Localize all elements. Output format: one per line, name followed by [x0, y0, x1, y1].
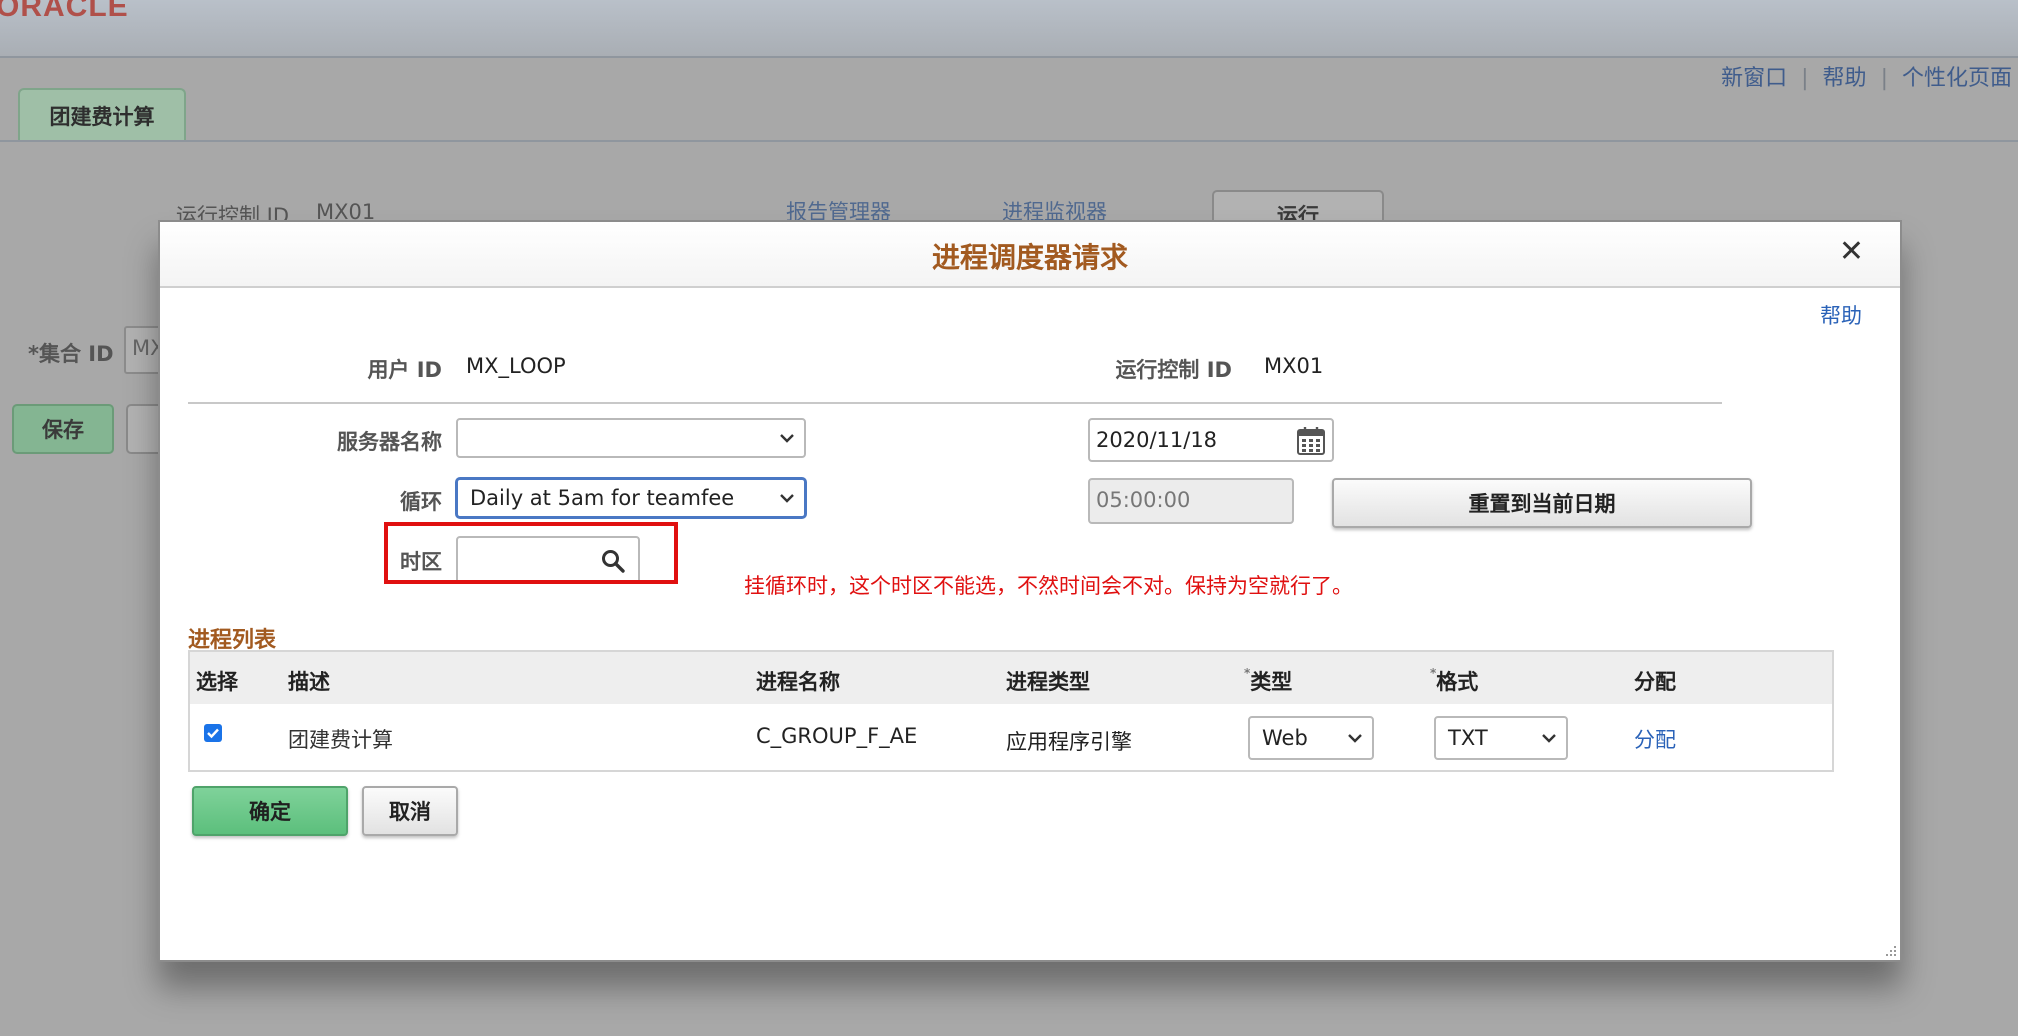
- format-select[interactable]: TXT: [1434, 716, 1568, 760]
- type-select[interactable]: Web: [1248, 716, 1374, 760]
- highlight-box: [384, 522, 678, 584]
- help-link[interactable]: 帮助: [1820, 300, 1862, 330]
- run-time-input: 05:00:00: [1088, 478, 1294, 524]
- ok-button[interactable]: 确定: [192, 786, 348, 836]
- col-process-name: 进程名称: [756, 670, 840, 694]
- chevron-down-icon: [1348, 734, 1362, 743]
- dialog-title: 进程调度器请求: [931, 241, 1128, 274]
- col-process-type: 进程类型: [1006, 670, 1090, 694]
- tab-divider: [0, 140, 2018, 142]
- process-list-grid: 选择 描述 进程名称 进程类型 *类型 *格式 分配 团建费计算 C_GROUP…: [188, 650, 1834, 772]
- run-control-label: 运行控制 ID: [1115, 358, 1232, 382]
- row-process-type: 应用程序引擎: [1006, 730, 1132, 754]
- divider: [188, 402, 1722, 404]
- chevron-down-icon: [780, 434, 794, 443]
- grid-header: 选择 描述 进程名称 进程类型 *类型 *格式 分配: [190, 652, 1832, 704]
- select-checkbox[interactable]: [204, 724, 222, 742]
- new-window-link[interactable]: 新窗口: [1721, 66, 1787, 91]
- personalize-page-link[interactable]: 个性化页面: [1902, 66, 2012, 91]
- run-date-input[interactable]: 2020/11/18: [1088, 418, 1334, 462]
- calendar-icon[interactable]: [1296, 426, 1326, 456]
- row-description: 团建费计算: [288, 728, 393, 752]
- annotation-note: 挂循环时，这个时区不能选，不然时间会不对。保持为空就行了。: [744, 574, 1353, 598]
- cancel-button[interactable]: 取消: [362, 786, 458, 836]
- server-name-select[interactable]: [456, 418, 806, 458]
- chevron-down-icon: [780, 494, 794, 503]
- col-format: *格式: [1430, 666, 1479, 694]
- checkmark-icon: [207, 728, 219, 739]
- resize-grip-icon[interactable]: [1882, 942, 1898, 958]
- distribution-link[interactable]: 分配: [1634, 724, 1676, 754]
- tab-team-fee[interactable]: 团建费计算: [18, 88, 186, 142]
- reset-to-current-date-button[interactable]: 重置到当前日期: [1332, 478, 1752, 528]
- save-button[interactable]: 保存: [12, 404, 114, 454]
- process-scheduler-dialog: 进程调度器请求 ✕ 帮助 用户 ID MX_LOOP 运行控制 ID MX01 …: [158, 220, 1902, 962]
- chevron-down-icon: [1542, 734, 1556, 743]
- help-link-top[interactable]: 帮助: [1823, 66, 1867, 91]
- user-id-value: MX_LOOP: [466, 354, 566, 378]
- page-header: ORACLE: [0, 0, 2018, 58]
- col-distribution: 分配: [1634, 670, 1676, 694]
- col-description: 描述: [288, 670, 330, 694]
- col-select: 选择: [196, 670, 238, 694]
- run-control-value: MX01: [1264, 354, 1324, 378]
- server-name-label: 服务器名称: [337, 430, 442, 454]
- dialog-header: 进程调度器请求 ✕: [160, 222, 1900, 288]
- top-links: 新窗口 | 帮助 | 个性化页面: [1721, 66, 2012, 91]
- bg-set-id-label: *集合 ID: [28, 342, 114, 366]
- recurrence-select[interactable]: Daily at 5am for teamfee: [456, 478, 806, 518]
- recurrence-label: 循环: [400, 490, 442, 514]
- col-type: *类型: [1244, 666, 1293, 694]
- close-icon[interactable]: ✕: [1839, 234, 1864, 269]
- oracle-logo: ORACLE: [0, 0, 129, 23]
- user-id-label: 用户 ID: [367, 358, 442, 382]
- row-process-name: C_GROUP_F_AE: [756, 724, 918, 748]
